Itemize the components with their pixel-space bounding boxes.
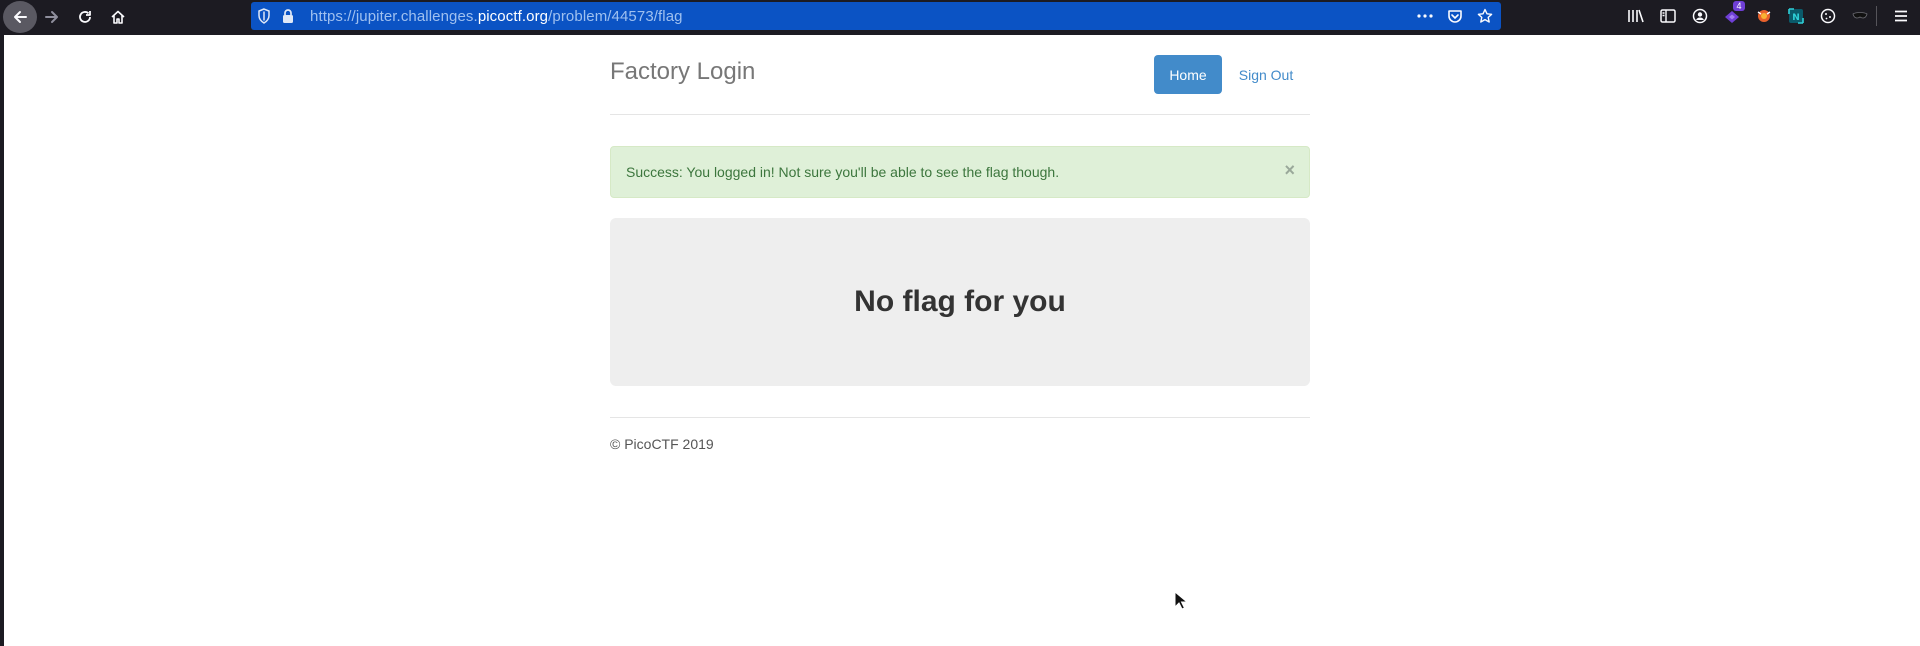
reload-icon	[79, 11, 91, 23]
toolbar-icons: 4 N	[1620, 0, 1876, 32]
account-icon[interactable]	[1684, 2, 1716, 30]
browser-toolbar: https://jupiter.challenges.picoctf.org/p…	[0, 0, 1920, 34]
footer-divider	[610, 417, 1310, 418]
back-icon	[14, 11, 27, 23]
library-icon[interactable]	[1620, 2, 1652, 30]
flag-heading: No flag for you	[854, 285, 1066, 318]
url-prefix: https://jupiter.challenges.	[310, 8, 478, 25]
alert-close-button[interactable]: ×	[1284, 161, 1295, 179]
extension-icon[interactable]: 4	[1716, 1, 1748, 30]
success-alert: Success: You logged in! Not sure you'll …	[610, 146, 1310, 198]
lock-icon[interactable]	[281, 8, 295, 29]
page-container: Factory Login Home Sign Out Success: You…	[610, 35, 1310, 452]
shield-icon[interactable]	[257, 8, 271, 29]
flag-panel: No flag for you	[610, 218, 1310, 386]
home-icon	[111, 10, 125, 24]
sign-out-link[interactable]: Sign Out	[1222, 55, 1310, 94]
page-viewport: Factory Login Home Sign Out Success: You…	[4, 35, 1920, 646]
footer-copyright: © PicoCTF 2019	[610, 436, 714, 452]
forward-button[interactable]	[35, 1, 69, 33]
bookmark-star-icon[interactable]	[1475, 7, 1495, 25]
back-button[interactable]	[3, 1, 37, 33]
sidebar-icon[interactable]	[1652, 2, 1684, 30]
brand-title: Factory Login	[610, 58, 756, 85]
url-bar[interactable]: https://jupiter.challenges.picoctf.org/p…	[251, 2, 1501, 30]
cookie-icon[interactable]	[1812, 2, 1844, 30]
reload-button[interactable]	[68, 1, 102, 33]
mask-icon[interactable]	[1844, 2, 1876, 30]
extension-badge: 4	[1733, 1, 1745, 11]
url-actions	[1415, 7, 1495, 25]
pocket-icon[interactable]	[1445, 7, 1465, 25]
page-header: Factory Login Home Sign Out	[610, 35, 1310, 115]
svg-text:N: N	[1792, 13, 1800, 23]
alert-message: Success: You logged in! Not sure you'll …	[626, 164, 1060, 180]
toolbar-separator	[1876, 6, 1877, 26]
mouse-cursor-icon	[1174, 590, 1189, 616]
more-icon[interactable]	[1415, 7, 1435, 25]
url-path: /problem/44573/flag	[548, 8, 683, 25]
firefox-relay-icon[interactable]	[1748, 2, 1780, 30]
home-nav-button[interactable]: Home	[1154, 55, 1222, 94]
url-domain: picoctf.org	[477, 8, 549, 25]
url-text[interactable]: https://jupiter.challenges.picoctf.org/p…	[310, 8, 683, 25]
forward-icon	[45, 11, 58, 23]
menu-icon	[1895, 10, 1907, 22]
menu-button[interactable]	[1888, 4, 1914, 28]
extension-n-icon[interactable]: N	[1780, 2, 1812, 30]
home-button[interactable]	[101, 1, 135, 33]
